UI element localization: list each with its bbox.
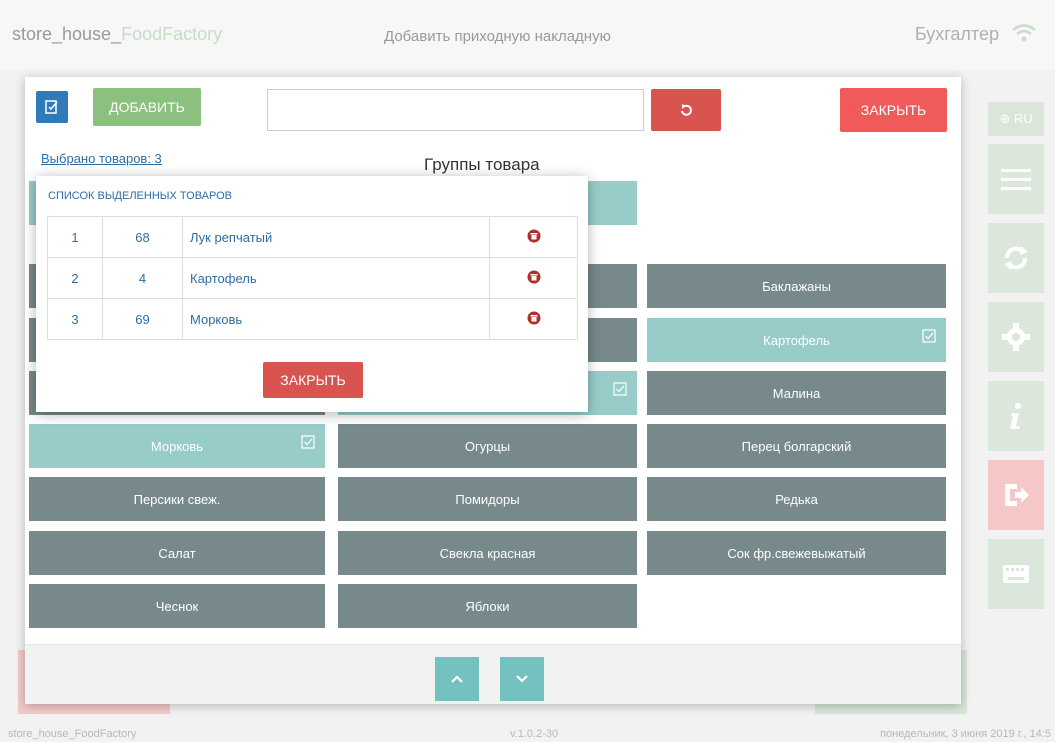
- row-number: 2: [47, 257, 103, 299]
- trash-icon: [527, 270, 540, 283]
- footer-datetime: понедельник, 3 июня 2019 г., 14:5: [880, 728, 1051, 740]
- checkbox-checked-icon: [922, 329, 936, 343]
- sync-icon: [1004, 246, 1028, 270]
- checkbox-checked-icon: [613, 382, 627, 396]
- info-button[interactable]: [988, 381, 1044, 451]
- row-name: Лук репчатый: [182, 216, 490, 258]
- info-icon: [1010, 403, 1021, 429]
- right-sidebar: ⊕ RU: [988, 102, 1044, 618]
- selected-items-table: 1 68 Лук репчатый 2 4 Картофель 3 69 Мор…: [47, 216, 578, 340]
- product-tile-label: Малина: [772, 385, 821, 401]
- product-tile-label: Огурцы: [464, 438, 511, 454]
- product-tile[interactable]: Редька: [647, 477, 946, 521]
- groups-title: Группы товара: [424, 155, 540, 174]
- product-tile-label: Картофель: [763, 332, 830, 348]
- product-tile[interactable]: Малина: [647, 371, 946, 415]
- product-tile-label: Свекла красная: [439, 545, 536, 561]
- select-all-button[interactable]: [36, 91, 68, 123]
- menu-button[interactable]: [988, 144, 1044, 214]
- table-row: 2 4 Картофель: [47, 257, 578, 299]
- remove-item-button[interactable]: [489, 257, 578, 299]
- keyboard-icon: [1003, 565, 1029, 583]
- product-tile[interactable]: Персики свеж.: [29, 477, 325, 521]
- settings-button[interactable]: [988, 302, 1044, 372]
- product-tile[interactable]: Помидоры: [338, 477, 637, 521]
- app-title: store_house_FoodFactory: [12, 24, 222, 45]
- reset-button[interactable]: [651, 89, 721, 131]
- gear-icon: [1002, 323, 1030, 351]
- product-tile[interactable]: Перец болгарский: [647, 424, 946, 468]
- trash-icon: [527, 229, 540, 242]
- footer: store_house_FoodFactory v.1.0.2-30 понед…: [0, 724, 1055, 742]
- pager-bar: [25, 644, 961, 704]
- row-name: Картофель: [182, 257, 490, 299]
- refresh-icon: [681, 104, 692, 116]
- product-tile[interactable]: Свекла красная: [338, 531, 637, 575]
- row-name: Морковь: [182, 298, 490, 340]
- remove-item-button[interactable]: [489, 216, 578, 258]
- chevron-up-icon: [451, 675, 463, 683]
- product-tile[interactable]: Чеснок: [29, 584, 325, 628]
- app-header: store_house_FoodFactory Добавить приходн…: [0, 0, 1055, 70]
- checkbox-checked-icon: [301, 435, 315, 449]
- product-tile[interactable]: Салат: [29, 531, 325, 575]
- product-tile[interactable]: Морковь: [29, 424, 325, 468]
- keyboard-button[interactable]: [988, 539, 1044, 609]
- footer-app-name: store_house_FoodFactory: [8, 728, 137, 740]
- checklist-icon: [45, 100, 58, 114]
- logout-icon: [1005, 484, 1029, 506]
- scroll-up-button[interactable]: [435, 657, 479, 701]
- selected-count-link[interactable]: Выбрано товаров: 3: [41, 151, 162, 166]
- product-tile-label: Салат: [158, 545, 196, 561]
- product-tile-label: Баклажаны: [762, 278, 831, 294]
- add-button[interactable]: ДОБАВИТЬ: [93, 88, 201, 126]
- menu-icon: [1001, 169, 1031, 190]
- product-tile[interactable]: Огурцы: [338, 424, 637, 468]
- product-tile-label: Яблоки: [465, 598, 510, 614]
- trash-icon: [527, 311, 540, 324]
- row-id: 4: [102, 257, 183, 299]
- remove-item-button[interactable]: [489, 298, 578, 340]
- row-number: 1: [47, 216, 103, 258]
- product-tile[interactable]: Картофель: [647, 318, 946, 362]
- search-input[interactable]: [267, 89, 644, 131]
- table-row: 1 68 Лук репчатый: [47, 216, 578, 258]
- product-tile-label: Перец болгарский: [741, 438, 852, 454]
- row-id: 68: [102, 216, 183, 258]
- language-button[interactable]: ⊕ RU: [988, 102, 1044, 136]
- product-tile-label: Редька: [775, 491, 818, 507]
- page-title: Добавить приходную накладную: [384, 28, 611, 45]
- row-id: 69: [102, 298, 183, 340]
- user-role: Бухгалтер: [914, 24, 999, 44]
- popup-title: СПИСОК ВЫДЕЛЕННЫХ ТОВАРОВ: [48, 190, 232, 202]
- product-tile-label: Персики свеж.: [133, 491, 221, 507]
- product-tile[interactable]: Сок фр.свежевыжатый: [647, 531, 946, 575]
- sync-button[interactable]: [988, 223, 1044, 293]
- product-tile[interactable]: Яблоки: [338, 584, 637, 628]
- scroll-down-button[interactable]: [500, 657, 544, 701]
- close-modal-button[interactable]: ЗАКРЫТЬ: [840, 88, 947, 132]
- product-tile-label: Сок фр.свежевыжатый: [727, 545, 866, 561]
- product-tile[interactable]: Баклажаны: [647, 264, 946, 308]
- product-tile-label: Помидоры: [455, 491, 520, 507]
- product-tile-label: Морковь: [150, 438, 204, 454]
- footer-version: v.1.0.2-30: [510, 728, 559, 740]
- logout-button[interactable]: [988, 460, 1044, 530]
- selected-items-popup: СПИСОК ВЫДЕЛЕННЫХ ТОВАРОВ 1 68 Лук репча…: [36, 176, 588, 412]
- product-tile-label: Чеснок: [155, 598, 199, 614]
- chevron-down-icon: [516, 675, 528, 683]
- app-title-accent: FoodFactory: [121, 24, 223, 44]
- popup-close-button[interactable]: ЗАКРЫТЬ: [263, 362, 363, 398]
- row-number: 3: [47, 298, 103, 340]
- app-title-main: store_house_: [12, 24, 122, 44]
- table-row: 3 69 Морковь: [47, 298, 578, 340]
- wifi-icon: [1012, 24, 1036, 42]
